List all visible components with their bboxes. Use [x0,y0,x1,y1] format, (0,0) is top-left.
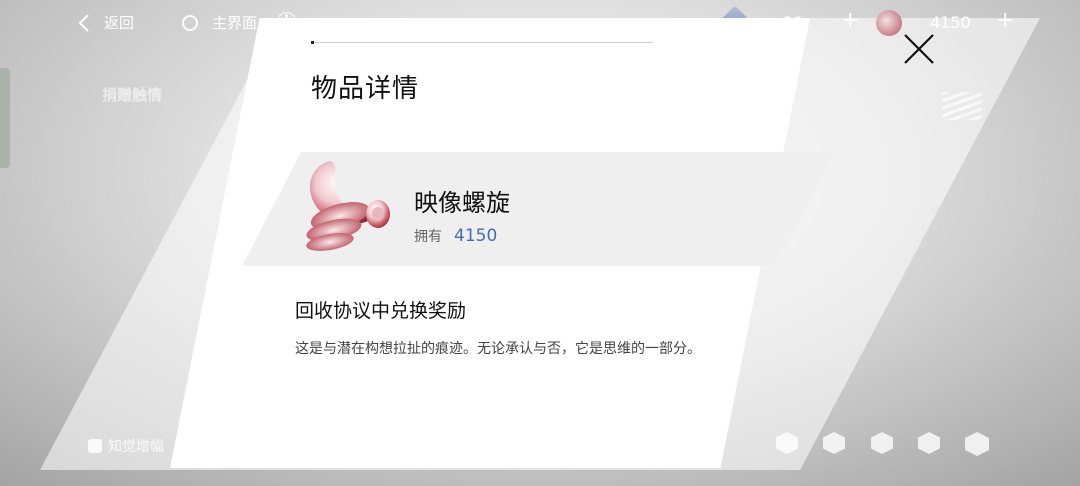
resource-2 [876,10,902,36]
resource-2-add-button[interactable]: + [996,8,1014,33]
recycle-icon [441,439,455,453]
resource-1-add-button[interactable]: + [841,8,859,33]
nav-perception-boost[interactable]: 知觉增幅 [88,436,164,456]
perception-icon [88,439,102,453]
cube-icon[interactable] [871,432,893,454]
background-edge-tab [0,68,10,168]
member-icon [205,439,219,453]
nav-label: 成员整备 [225,439,281,455]
nav-plugin-gallery[interactable]: 插件图鉴 [323,436,399,456]
nav-label: 知觉增幅 [108,439,164,455]
cube-icon[interactable] [918,432,940,454]
back-button[interactable]: 返回 [78,12,134,33]
owned-label: 拥有 [414,229,442,245]
bottom-nav: 知觉增幅 成员整备 插件图鉴 回收协议 [0,430,1080,460]
owned-count-row: 拥有 4150 [414,226,497,246]
nav-label: 回收协议 [461,439,517,455]
cube-icon[interactable] [776,432,798,454]
background-stripes [942,92,982,120]
nav-label: 插件图鉴 [343,439,399,455]
panel-divider [311,41,653,44]
item-description: 这是与潜在构想拉扯的痕迹。无论承认与否，它是思维的一部分。 [295,341,701,357]
spiral-item-icon [306,161,390,251]
background-side-label: 捐赠触情 [102,86,163,104]
cube-icon[interactable] [965,432,989,456]
resource-2-value: 4150 [930,13,971,32]
page-title: 物品详情 [311,74,420,104]
close-icon[interactable] [900,32,938,66]
chevron-left-icon [78,13,89,32]
cube-icon[interactable] [823,432,845,454]
plugin-icon [323,439,337,453]
item-name: 映像螺旋 [414,189,510,217]
back-label: 返回 [104,14,135,32]
nav-recycle-protocol[interactable]: 回收协议 [441,436,517,456]
spiral-resource-icon [876,10,902,36]
owned-count: 4150 [454,226,498,246]
source-heading: 回收协议中兑换奖励 [295,300,467,322]
nav-member-prep[interactable]: 成员整备 [205,436,281,456]
